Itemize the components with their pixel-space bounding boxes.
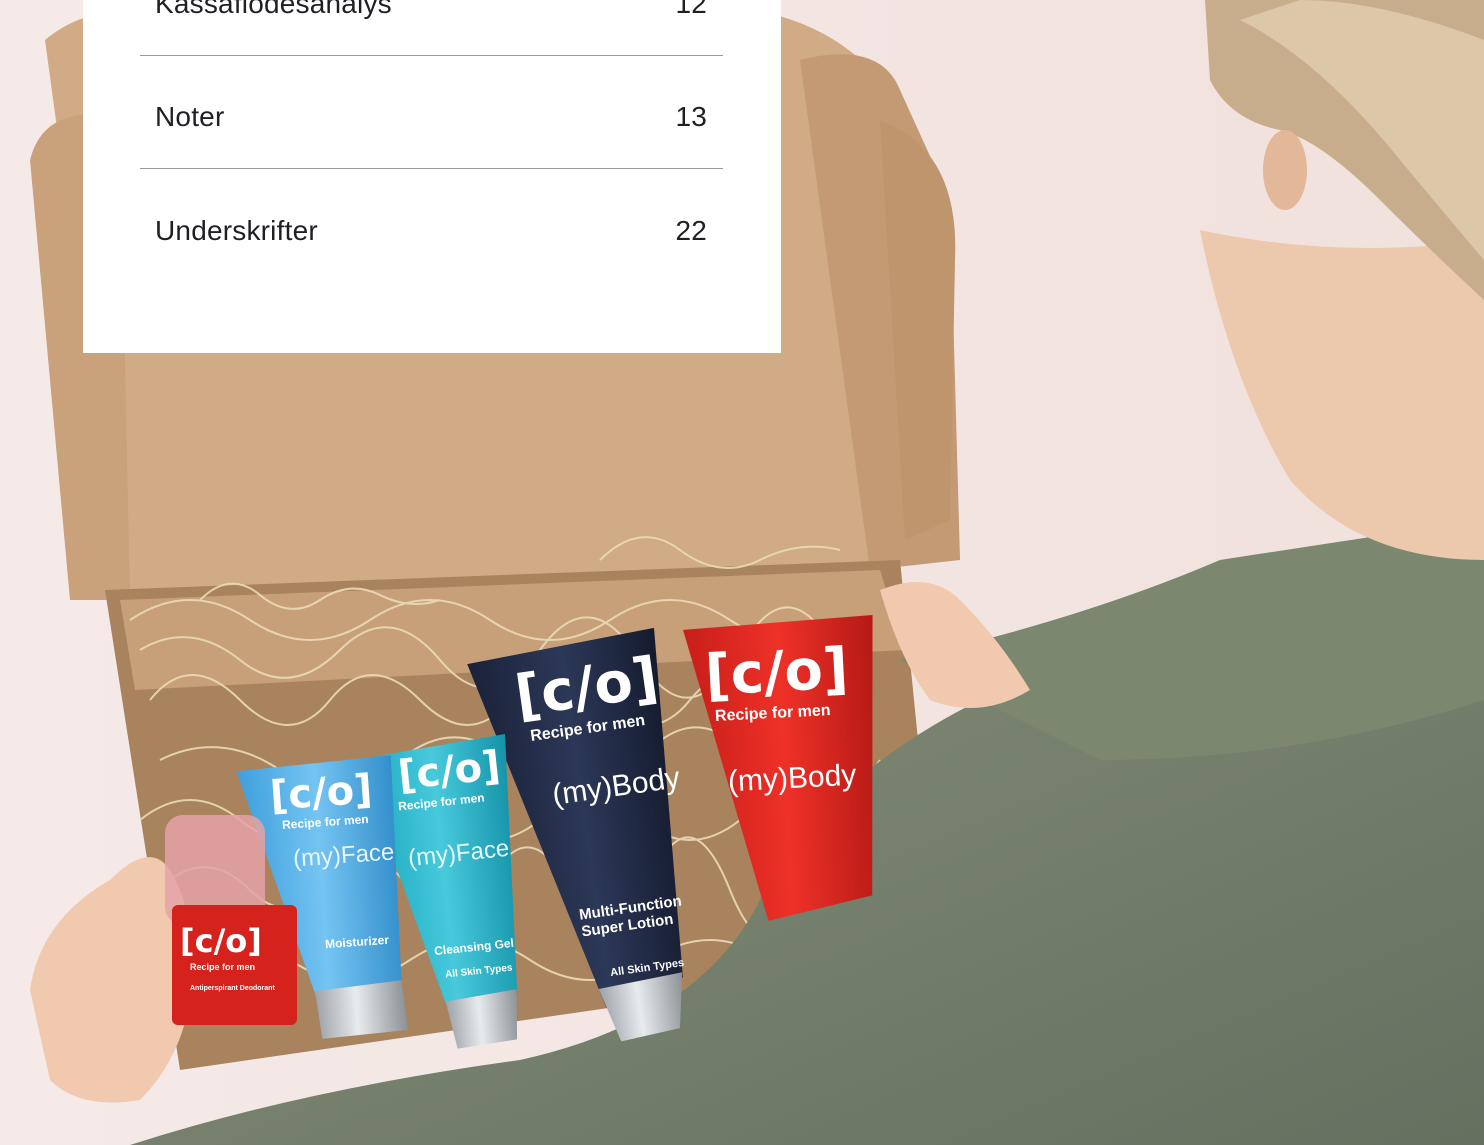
table-of-contents: Kassaflödesanalys 12 Noter 13 Underskrif…	[83, 0, 781, 353]
toc-label: Kassaflödesanalys	[155, 0, 392, 19]
toc-label: Underskrifter	[155, 215, 318, 246]
toc-page-number: 22	[675, 215, 707, 246]
toc-row[interactable]: Noter 13	[140, 56, 723, 169]
toc-row[interactable]: Kassaflödesanalys 12	[140, 0, 723, 56]
toc-row[interactable]: Underskrifter 22	[140, 169, 723, 282]
toc-page-number: 13	[675, 101, 707, 132]
toc-page-number: 12	[675, 0, 707, 19]
toc-label: Noter	[155, 101, 225, 132]
